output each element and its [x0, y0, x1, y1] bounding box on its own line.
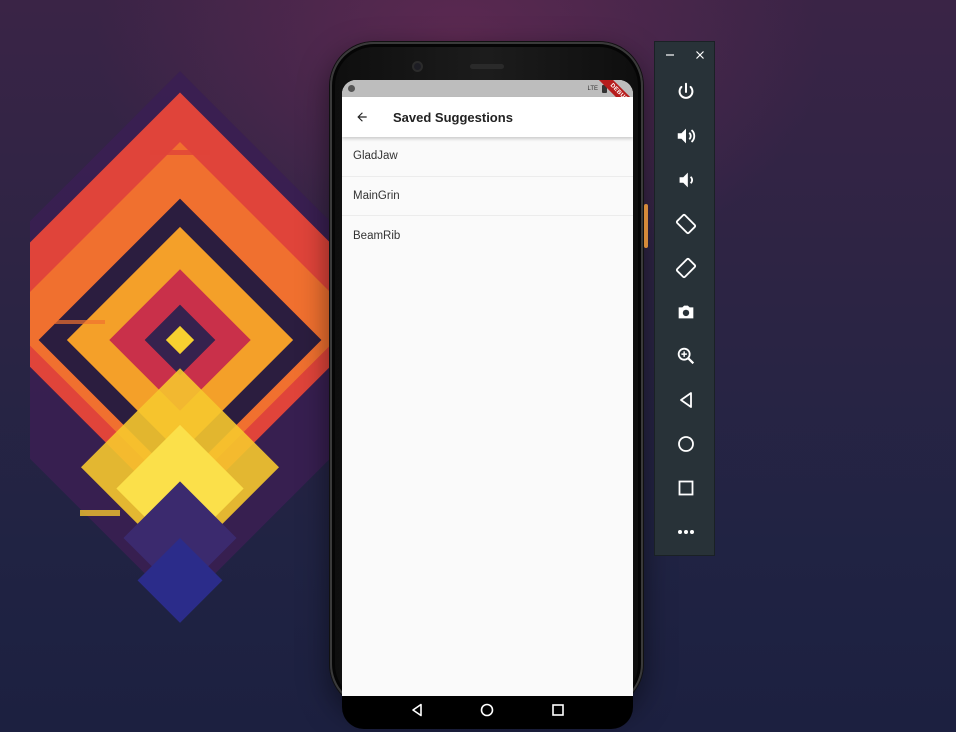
list-item[interactable]: GladJaw: [342, 137, 633, 177]
side-button[interactable]: [644, 204, 648, 248]
home-circle-icon[interactable]: [480, 703, 494, 722]
arrow-back-icon[interactable]: [342, 97, 382, 137]
wallpaper-artwork: [30, 71, 350, 623]
list-item-label: GladJaw: [353, 150, 398, 163]
app-bar: Saved Suggestions: [342, 97, 633, 137]
status-bar: LTE: [342, 80, 633, 97]
back-icon[interactable]: [655, 378, 716, 422]
emulator-toolbar: [654, 41, 715, 556]
saved-suggestions-list: GladJaw MainGrin BeamRib: [342, 137, 633, 256]
android-nav-bar: [342, 696, 633, 729]
close-icon[interactable]: [695, 47, 705, 65]
list-item[interactable]: MainGrin: [342, 177, 633, 216]
volume-up-icon[interactable]: [655, 114, 716, 158]
window-controls: [655, 42, 714, 70]
minimize-icon[interactable]: [665, 47, 675, 65]
camera-icon[interactable]: [655, 290, 716, 334]
more-icon[interactable]: [655, 510, 716, 554]
recents-square-icon[interactable]: [551, 703, 565, 722]
earpiece-speaker: [470, 64, 504, 69]
rotate-left-icon[interactable]: [655, 202, 716, 246]
overview-icon[interactable]: [655, 466, 716, 510]
network-indicator: LTE: [587, 85, 598, 92]
list-item-label: MainGrin: [353, 189, 400, 202]
page-title: Saved Suggestions: [393, 109, 513, 125]
front-camera: [412, 61, 423, 72]
phone-screen: LTE DEBUG Saved Suggestions GladJaw Main…: [342, 80, 633, 696]
volume-down-icon[interactable]: [655, 158, 716, 202]
rotate-right-icon[interactable]: [655, 246, 716, 290]
power-icon[interactable]: [655, 70, 716, 114]
notification-dot-icon: [348, 85, 355, 92]
zoom-icon[interactable]: [655, 334, 716, 378]
back-triangle-icon[interactable]: [410, 703, 424, 722]
home-icon[interactable]: [655, 422, 716, 466]
phone-device: LTE DEBUG Saved Suggestions GladJaw Main…: [330, 42, 648, 729]
list-item-label: BeamRib: [353, 229, 401, 242]
list-item[interactable]: BeamRib: [342, 216, 633, 256]
